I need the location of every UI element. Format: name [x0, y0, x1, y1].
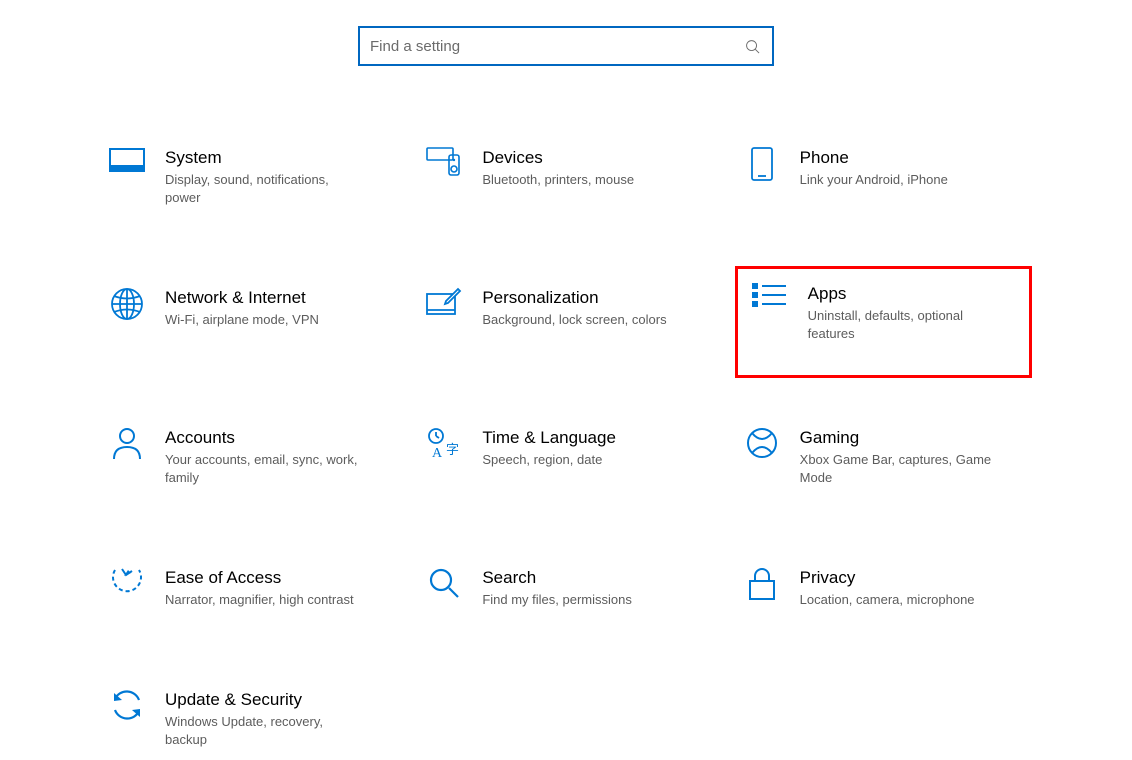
settings-grid: System Display, sound, notifications, po… — [0, 66, 1132, 760]
category-title: System — [165, 147, 361, 169]
devices-icon — [420, 147, 468, 187]
time-language-icon: A 字 — [420, 427, 468, 467]
category-desc: Display, sound, notifications, power — [165, 171, 361, 207]
category-title: Privacy — [800, 567, 975, 589]
category-accounts[interactable]: Accounts Your accounts, email, sync, wor… — [100, 416, 397, 498]
category-gaming[interactable]: Gaming Xbox Game Bar, captures, Game Mod… — [735, 416, 1032, 498]
category-desc: Location, camera, microphone — [800, 591, 975, 609]
category-privacy[interactable]: Privacy Location, camera, microphone — [735, 556, 1032, 620]
personalization-icon — [420, 287, 468, 327]
person-icon — [103, 427, 151, 467]
category-title: Apps — [808, 283, 1004, 305]
category-desc: Narrator, magnifier, high contrast — [165, 591, 354, 609]
category-system[interactable]: System Display, sound, notifications, po… — [100, 136, 397, 218]
category-desc: Bluetooth, printers, mouse — [482, 171, 634, 189]
apps-icon — [746, 283, 794, 323]
search-icon — [744, 38, 760, 54]
category-title: Search — [482, 567, 632, 589]
category-apps[interactable]: Apps Uninstall, defaults, optional featu… — [735, 266, 1032, 378]
category-network[interactable]: Network & Internet Wi-Fi, airplane mode,… — [100, 276, 397, 358]
category-personalization[interactable]: Personalization Background, lock screen,… — [417, 276, 714, 358]
ease-of-access-icon — [103, 567, 151, 607]
svg-text:A: A — [432, 446, 443, 461]
category-desc: Uninstall, defaults, optional features — [808, 307, 1004, 343]
category-title: Update & Security — [165, 689, 361, 711]
category-title: Time & Language — [482, 427, 616, 449]
svg-text:字: 字 — [446, 442, 459, 457]
category-title: Personalization — [482, 287, 666, 309]
category-phone[interactable]: Phone Link your Android, iPhone — [735, 136, 1032, 218]
search-input[interactable] — [368, 37, 744, 56]
lock-icon — [738, 567, 786, 607]
category-title: Gaming — [800, 427, 996, 449]
system-icon — [103, 147, 151, 187]
category-desc: Your accounts, email, sync, work, family — [165, 451, 361, 487]
category-title: Ease of Access — [165, 567, 354, 589]
category-time-language[interactable]: A 字 Time & Language Speech, region, date — [417, 416, 714, 498]
category-search[interactable]: Search Find my files, permissions — [417, 556, 714, 620]
category-desc: Background, lock screen, colors — [482, 311, 666, 329]
category-title: Devices — [482, 147, 634, 169]
globe-icon — [103, 287, 151, 327]
search-box[interactable] — [358, 26, 774, 66]
update-icon — [103, 689, 151, 729]
category-title: Network & Internet — [165, 287, 319, 309]
category-desc: Link your Android, iPhone — [800, 171, 948, 189]
category-desc: Wi-Fi, airplane mode, VPN — [165, 311, 319, 329]
category-devices[interactable]: Devices Bluetooth, printers, mouse — [417, 136, 714, 218]
category-desc: Windows Update, recovery, backup — [165, 713, 361, 749]
category-desc: Find my files, permissions — [482, 591, 632, 609]
category-update-security[interactable]: Update & Security Windows Update, recove… — [100, 678, 397, 760]
phone-icon — [738, 147, 786, 187]
category-title: Phone — [800, 147, 948, 169]
category-desc: Xbox Game Bar, captures, Game Mode — [800, 451, 996, 487]
category-ease-of-access[interactable]: Ease of Access Narrator, magnifier, high… — [100, 556, 397, 620]
search-category-icon — [420, 567, 468, 607]
category-title: Accounts — [165, 427, 361, 449]
category-desc: Speech, region, date — [482, 451, 616, 469]
gaming-icon — [738, 427, 786, 467]
